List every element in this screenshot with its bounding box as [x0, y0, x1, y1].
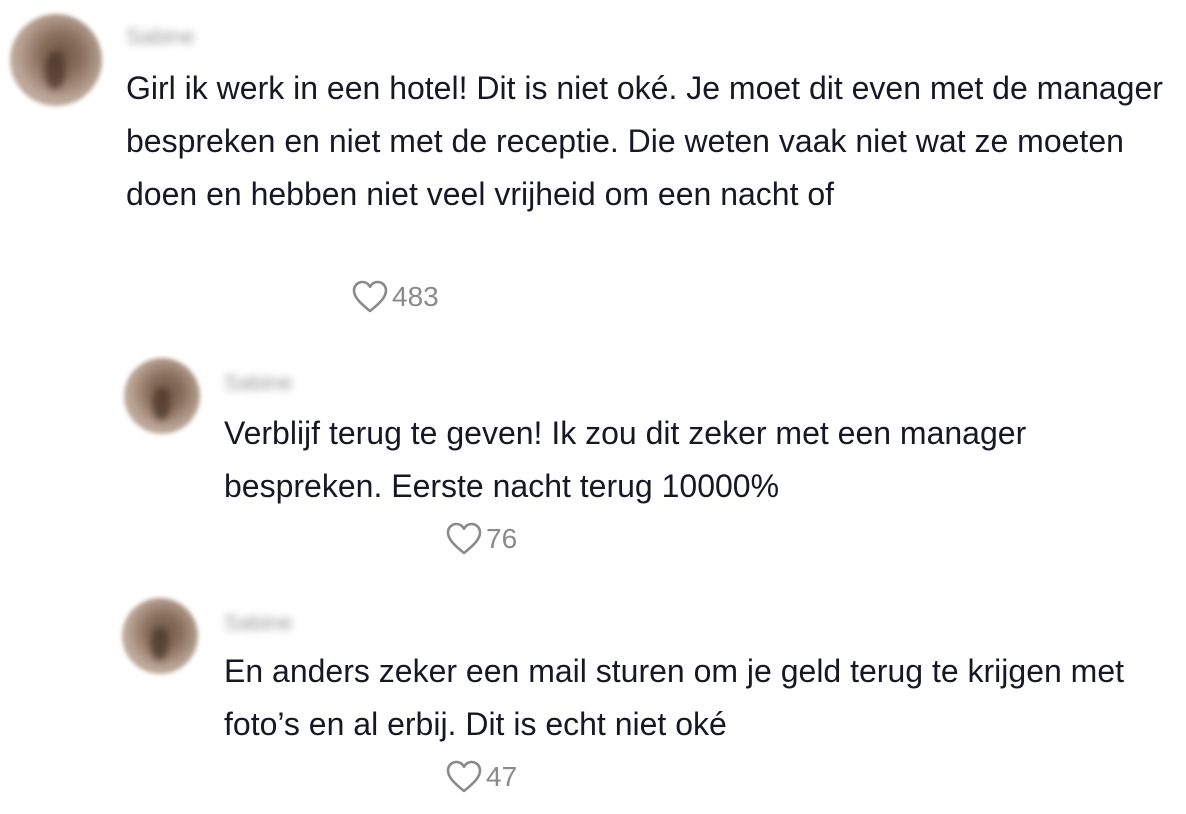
- heart-outline-icon: [352, 280, 388, 313]
- avatar[interactable]: [124, 358, 200, 434]
- like-count: 76: [486, 523, 518, 554]
- like-button[interactable]: 483: [352, 280, 439, 314]
- like-button[interactable]: 47: [446, 760, 517, 794]
- like-button[interactable]: 76: [446, 522, 517, 556]
- avatar[interactable]: [10, 14, 102, 106]
- comment-username[interactable]: Sabine: [224, 612, 293, 634]
- heart-outline-icon: [446, 760, 482, 793]
- comment-text: En anders zeker een mail sturen om je ge…: [224, 653, 1125, 742]
- like-count: 47: [486, 761, 518, 792]
- comment-username[interactable]: Sabine: [224, 372, 293, 394]
- like-count: 483: [392, 281, 439, 312]
- avatar[interactable]: [122, 598, 198, 674]
- comment-text: Verblijf terug te geven! Ik zou dit zeke…: [224, 415, 1027, 504]
- heart-outline-icon: [446, 522, 482, 555]
- comment-text: Girl ik werk in een hotel! Dit is niet o…: [126, 70, 1163, 212]
- comment-username[interactable]: Sabine: [126, 26, 195, 48]
